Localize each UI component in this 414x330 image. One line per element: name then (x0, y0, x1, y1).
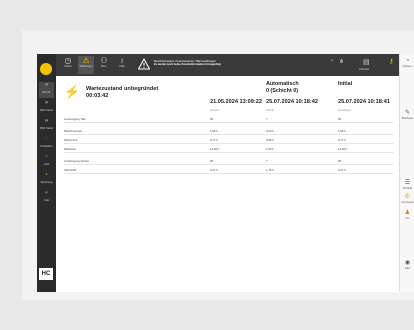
rail-item-jobs[interactable]: ⚙ Jobs (39, 154, 54, 170)
options-button[interactable]: ◔ Optionen (401, 58, 414, 68)
table-row: Wartezeit 14,68 h 1,83 h 14,68 h (64, 144, 394, 153)
options-icon: ◔ (405, 58, 410, 64)
key-icon[interactable]: ⚷ (389, 58, 393, 65)
edit-icon: ✎ (404, 110, 411, 116)
column-header: Automatisch 0 (Schicht 0) (266, 81, 299, 94)
toolbar-right: ‹ ⋔ ▤ Kalender ⚷ (329, 54, 399, 76)
help-button[interactable]: ♁ Hilfe (114, 56, 130, 74)
warning-icon: ⚠ (82, 56, 90, 65)
bar-icon: ▮▮ (45, 101, 48, 104)
main-panel: ⚡ Wartezustand unbegründet 00:03:42 Auto… (56, 76, 399, 292)
column-subheader: Gesamtwert (338, 109, 351, 112)
rail-item-betrieb[interactable]: ▮▮ Betrieb (39, 82, 54, 98)
left-navigation-rail: ▮▮ Betrieb ▮▮ BR1 Stand ▮▮ BR2 Stand ⋰ P… (37, 54, 56, 292)
user-icon: ⚇ (100, 56, 108, 65)
chart-icon: ⋰ (45, 137, 48, 140)
status-block: ⚡ Wartezustand unbegründet 00:03:42 (64, 82, 184, 104)
gear-icon: ⚙ (45, 155, 48, 158)
calendar-label: Kalender (359, 68, 370, 71)
status-title: Wartezustand unbegründet (86, 86, 159, 92)
column-date: 25.07.2024 10:18:42 (266, 99, 318, 105)
info-button[interactable]: ♟ Info (401, 210, 414, 220)
status-button[interactable]: ◷ Status (60, 56, 76, 74)
bar-icon: ▮▮ (45, 83, 48, 86)
rail-item-br1[interactable]: ▮▮ BR1 Stand (39, 100, 54, 116)
clock-icon: ◷ (64, 56, 72, 65)
column-subheader: Schicht (266, 109, 274, 112)
calendar-icon[interactable]: ▤ (363, 58, 370, 66)
column-header: Initial (338, 81, 353, 87)
user-button[interactable]: ⚇ Bes. (96, 56, 112, 74)
alert-triangle-icon (138, 58, 150, 70)
protocol-button[interactable]: ☰ Protokoll (401, 180, 414, 190)
table-row: Ausbringung Takt 96 7 96 (64, 114, 394, 123)
column-date: 21.05.2024 13:09:22 (210, 99, 262, 105)
column-subheader: Intervall (210, 109, 219, 112)
brand-logo: HC (39, 268, 53, 280)
status-time: 00:03:42 (86, 93, 109, 99)
warning-message[interactable]: Maschinenstatus / Kommentieren / Warnmel… (154, 60, 344, 67)
right-action-rail: ◔ Optionen ✎ Bearbeiten ☰ Protokoll ✆ Ko… (399, 54, 414, 292)
messages-button[interactable]: ⚠ Meldungen (78, 56, 94, 74)
tool-icon: ✚ (45, 173, 48, 176)
list-icon: ☰ (404, 180, 411, 186)
column-date: 25.07.2024 10:18:41 (338, 99, 390, 105)
edit-button[interactable]: ✎ Bearbeiten (401, 110, 414, 120)
rail-item-br2[interactable]: ▮▮ BR2 Stand (39, 118, 54, 134)
table-row: Ausbringung Stücke 96 7 96 (64, 156, 394, 165)
hmi-screen: ▮▮ Betrieb ▮▮ BR1 Stand ▮▮ BR2 Stand ⋰ P… (37, 54, 414, 292)
comment-icon: ✆ (404, 194, 411, 200)
sun-icon[interactable] (40, 63, 52, 75)
top-toolbar: ◷ Status ⚠ Meldungen ⚇ Bes. ♁ Hilfe Masc… (56, 54, 399, 76)
cle-icon: ▦ (45, 191, 48, 194)
table-row: Maschinenzeit 1,85 h 0,00 h 1,85 h (64, 126, 394, 135)
person-icon: ♟ (404, 210, 411, 216)
rail-item-cle[interactable]: ▦ CLE (39, 190, 54, 206)
table-row: Stückzahl 0,07 h 1,75 h 0,07 h (64, 165, 394, 174)
table-row: Wartenzeit 0,77 h 0,05 h 0,77 h (64, 135, 394, 144)
network-icon[interactable]: ⋔ (339, 58, 344, 65)
chevron-left-icon[interactable]: ‹ (331, 58, 333, 64)
rail-item-produktion[interactable]: ⋰ Produktion (39, 136, 54, 152)
help-icon: ♁ (119, 56, 125, 65)
comment-button[interactable]: ✆ Kommentar (401, 194, 414, 204)
wait-state-icon: ⚡ (64, 84, 81, 99)
rail-item-werkzeug[interactable]: ✚ Werkzeug (39, 172, 54, 188)
background: ▮▮ Betrieb ▮▮ BR1 Stand ▮▮ BR2 Stand ⋰ P… (0, 0, 414, 330)
filter-button[interactable]: ◉ Filter (401, 260, 414, 270)
statistics-table: Ausbringung Takt 96 7 96 Maschinenzeit 1… (64, 114, 394, 174)
filter-icon: ◉ (404, 260, 411, 266)
bar-icon: ▮▮ (45, 119, 48, 122)
